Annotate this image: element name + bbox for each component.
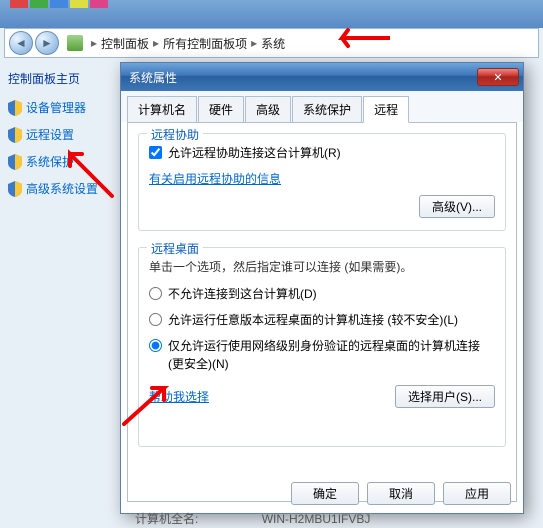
- tab-panel-remote: 远程协助 允许远程协助连接这台计算机(R) 有关启用远程协助的信息 高级(V).…: [127, 122, 517, 502]
- ok-button[interactable]: 确定: [291, 482, 359, 505]
- tab-computer-name[interactable]: 计算机名: [127, 96, 197, 123]
- sidebar: 控制面板主页 设备管理器 远程设置 系统保护 高级系统设置: [8, 70, 118, 207]
- select-users-button[interactable]: 选择用户(S)...: [395, 385, 495, 408]
- breadcrumb-item-0[interactable]: 控制面板: [101, 35, 149, 52]
- breadcrumb-sep: ▸: [153, 36, 159, 50]
- shield-icon: [8, 100, 22, 116]
- checkbox-label: 允许远程协助连接这台计算机(R): [168, 144, 495, 162]
- link-remote-assistance-info[interactable]: 有关启用远程协助的信息: [149, 170, 281, 187]
- breadcrumb-item-1[interactable]: 所有控制面板项: [163, 35, 247, 52]
- hint-text: 单击一个选项，然后指定谁可以连接 (如果需要)。: [149, 258, 495, 275]
- close-button[interactable]: ✕: [477, 68, 519, 86]
- checkbox-allow-remote-assistance[interactable]: [149, 146, 162, 159]
- radio-allow-nla[interactable]: [149, 339, 162, 352]
- sidebar-item-label: 远程设置: [26, 126, 74, 143]
- dialog-button-row: 确定 取消 应用: [283, 482, 511, 505]
- breadcrumb: ◄ ► ▸ 控制面板 ▸ 所有控制面板项 ▸ 系统: [4, 28, 539, 58]
- radio-allow-any[interactable]: [149, 313, 162, 326]
- radio-label: 仅允许运行使用网络级别身份验证的远程桌面的计算机连接 (更安全)(N): [168, 337, 495, 373]
- control-panel-icon: [67, 35, 83, 51]
- link-help-me-choose[interactable]: 帮助我选择: [149, 388, 209, 405]
- sidebar-item-device-manager[interactable]: 设备管理器: [8, 99, 118, 116]
- dialog-title: 系统属性: [129, 69, 177, 86]
- apply-button[interactable]: 应用: [443, 482, 511, 505]
- window-chrome: [0, 0, 543, 28]
- radio-disallow[interactable]: [149, 287, 162, 300]
- radio-label: 不允许连接到这台计算机(D): [168, 285, 495, 303]
- shield-icon: [8, 127, 22, 143]
- breadcrumb-item-2[interactable]: 系统: [261, 35, 285, 52]
- bg-value: WIN-H2MBU1IFVBJ: [262, 512, 371, 526]
- system-properties-dialog: 系统属性 ✕ 计算机名 硬件 高级 系统保护 远程 远程协助 允许远程协助连接这…: [120, 62, 524, 514]
- tab-advanced[interactable]: 高级: [245, 96, 291, 123]
- cancel-button[interactable]: 取消: [367, 482, 435, 505]
- group-title: 远程桌面: [147, 240, 203, 257]
- sidebar-item-system-protection[interactable]: 系统保护: [8, 153, 118, 170]
- group-remote-assistance: 远程协助 允许远程协助连接这台计算机(R) 有关启用远程协助的信息 高级(V).…: [138, 133, 506, 231]
- chrome-color-patches: [10, 0, 108, 8]
- background-computer-name-row: 计算机全名: WIN-H2MBU1IFVBJ: [135, 510, 370, 527]
- tab-hardware[interactable]: 硬件: [198, 96, 244, 123]
- breadcrumb-sep: ▸: [91, 36, 97, 50]
- group-remote-desktop: 远程桌面 单击一个选项，然后指定谁可以连接 (如果需要)。 不允许连接到这台计算…: [138, 247, 506, 447]
- shield-icon: [8, 181, 22, 197]
- shield-icon: [8, 154, 22, 170]
- nav-back-button[interactable]: ◄: [9, 31, 33, 55]
- advanced-button[interactable]: 高级(V)...: [419, 195, 495, 218]
- breadcrumb-sep: ▸: [251, 36, 257, 50]
- sidebar-item-remote-settings[interactable]: 远程设置: [8, 126, 118, 143]
- dialog-titlebar[interactable]: 系统属性 ✕: [121, 63, 523, 91]
- sidebar-item-advanced-settings[interactable]: 高级系统设置: [8, 180, 118, 197]
- sidebar-title: 控制面板主页: [8, 70, 118, 87]
- group-title: 远程协助: [147, 126, 203, 143]
- nav-back-forward: ◄ ►: [9, 31, 59, 55]
- bg-label: 计算机全名:: [135, 512, 198, 526]
- nav-forward-button[interactable]: ►: [35, 31, 59, 55]
- tab-row: 计算机名 硬件 高级 系统保护 远程: [121, 91, 523, 122]
- tab-remote[interactable]: 远程: [363, 96, 409, 123]
- sidebar-item-label: 高级系统设置: [26, 180, 98, 197]
- sidebar-item-label: 设备管理器: [26, 99, 86, 116]
- sidebar-item-label: 系统保护: [26, 153, 74, 170]
- radio-label: 允许运行任意版本远程桌面的计算机连接 (较不安全)(L): [168, 311, 495, 329]
- tab-system-protection[interactable]: 系统保护: [292, 96, 362, 123]
